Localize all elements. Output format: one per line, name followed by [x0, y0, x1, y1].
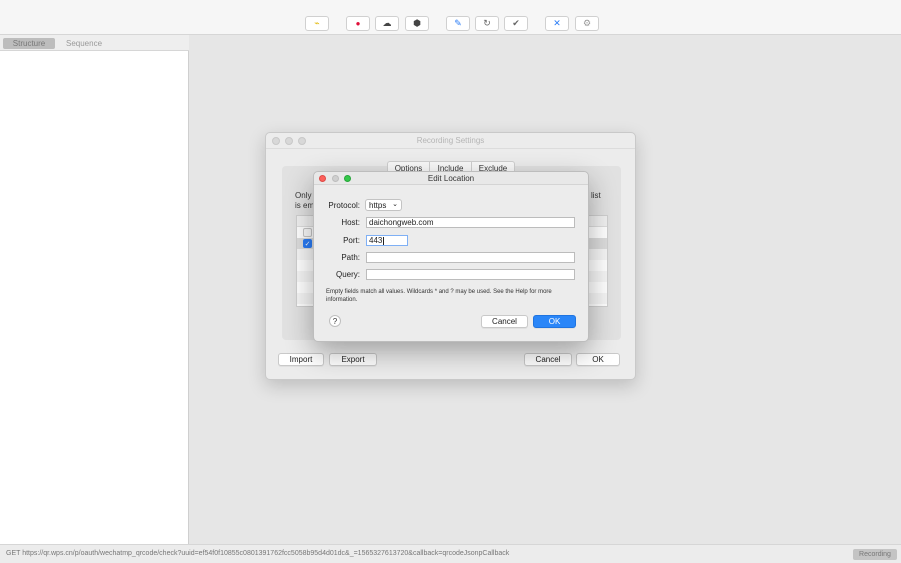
broom-icon: ⌁: [314, 18, 320, 28]
port-value: 443: [369, 236, 383, 245]
protocol-value: https: [369, 200, 387, 210]
tab-structure[interactable]: Structure: [3, 38, 55, 49]
settings-button[interactable]: ⚙: [575, 16, 599, 31]
edit-location-title: Edit Location: [427, 174, 475, 183]
sidebar-tabs: Structure Sequence: [0, 35, 189, 51]
settings-icon: ⚙: [582, 18, 592, 28]
row-checkbox-checked[interactable]: ✓: [303, 239, 312, 248]
host-label: Host:: [341, 218, 360, 227]
port-label: Port:: [343, 236, 360, 245]
breakpoints-button[interactable]: ⬢: [405, 16, 429, 31]
protocol-select[interactable]: https ⌄: [365, 199, 402, 211]
refresh-icon: ↻: [483, 18, 491, 28]
recording-badge: Recording: [853, 549, 897, 560]
help-button[interactable]: ?: [329, 315, 341, 327]
edit-ok-button[interactable]: OK: [533, 315, 576, 328]
sidebar: Structure Sequence: [0, 35, 189, 544]
pen-icon: ✎: [454, 18, 462, 28]
protocol-label: Protocol:: [328, 201, 360, 210]
tab-sequence[interactable]: Sequence: [58, 38, 110, 49]
path-input[interactable]: [366, 252, 575, 263]
throttle-button[interactable]: ☁: [375, 16, 399, 31]
compose-button[interactable]: ✎: [446, 16, 470, 31]
check-icon: ✔: [512, 18, 520, 28]
settings-ok-button[interactable]: OK: [576, 353, 620, 366]
recording-settings-titlebar: Recording Settings: [266, 133, 635, 149]
chevron-down-icon: ⌄: [392, 201, 398, 208]
include-description-line1: Only: [295, 191, 312, 200]
edit-location-dialog: Edit Location Protocol: https ⌄ Host: da…: [313, 171, 589, 342]
export-button[interactable]: Export: [329, 353, 377, 366]
recording-settings-title: Recording Settings: [416, 136, 485, 145]
record-icon: ●: [355, 19, 361, 28]
text-caret: [383, 236, 385, 245]
path-label: Path:: [341, 253, 360, 262]
breakpoint-icon: ⬢: [413, 18, 421, 28]
port-input[interactable]: 443: [366, 235, 408, 246]
wildcard-help-text: Empty fields match all values. Wildcards…: [326, 289, 552, 303]
status-request-url: GET https://qr.wps.cn/p/oauth/wechatmp_q…: [6, 550, 510, 557]
turtle-icon: ☁: [382, 18, 392, 28]
validate-button[interactable]: ✔: [504, 16, 528, 31]
main-toolbar: ⌁ ● ☁ ⬢ ✎ ↻ ✔ ✕ ⚙: [0, 0, 901, 35]
settings-cancel-button[interactable]: Cancel: [524, 353, 572, 366]
row-checkbox[interactable]: [303, 228, 312, 237]
record-button[interactable]: ●: [346, 16, 370, 31]
query-input[interactable]: [366, 269, 575, 280]
edit-cancel-button[interactable]: Cancel: [481, 315, 528, 328]
tools-icon: ✕: [553, 18, 561, 28]
host-input[interactable]: daichongweb.com: [366, 217, 575, 228]
query-label: Query:: [335, 270, 360, 279]
edit-location-titlebar: Edit Location: [314, 172, 588, 185]
repeat-button[interactable]: ↻: [475, 16, 499, 31]
import-button[interactable]: Import: [278, 353, 324, 366]
include-description-line1-end: list: [591, 191, 601, 200]
tools-button[interactable]: ✕: [545, 16, 569, 31]
broom-icon-button[interactable]: ⌁: [305, 16, 329, 31]
status-bar: GET https://qr.wps.cn/p/oauth/wechatmp_q…: [0, 544, 901, 563]
include-description-line2: is em: [295, 201, 315, 210]
